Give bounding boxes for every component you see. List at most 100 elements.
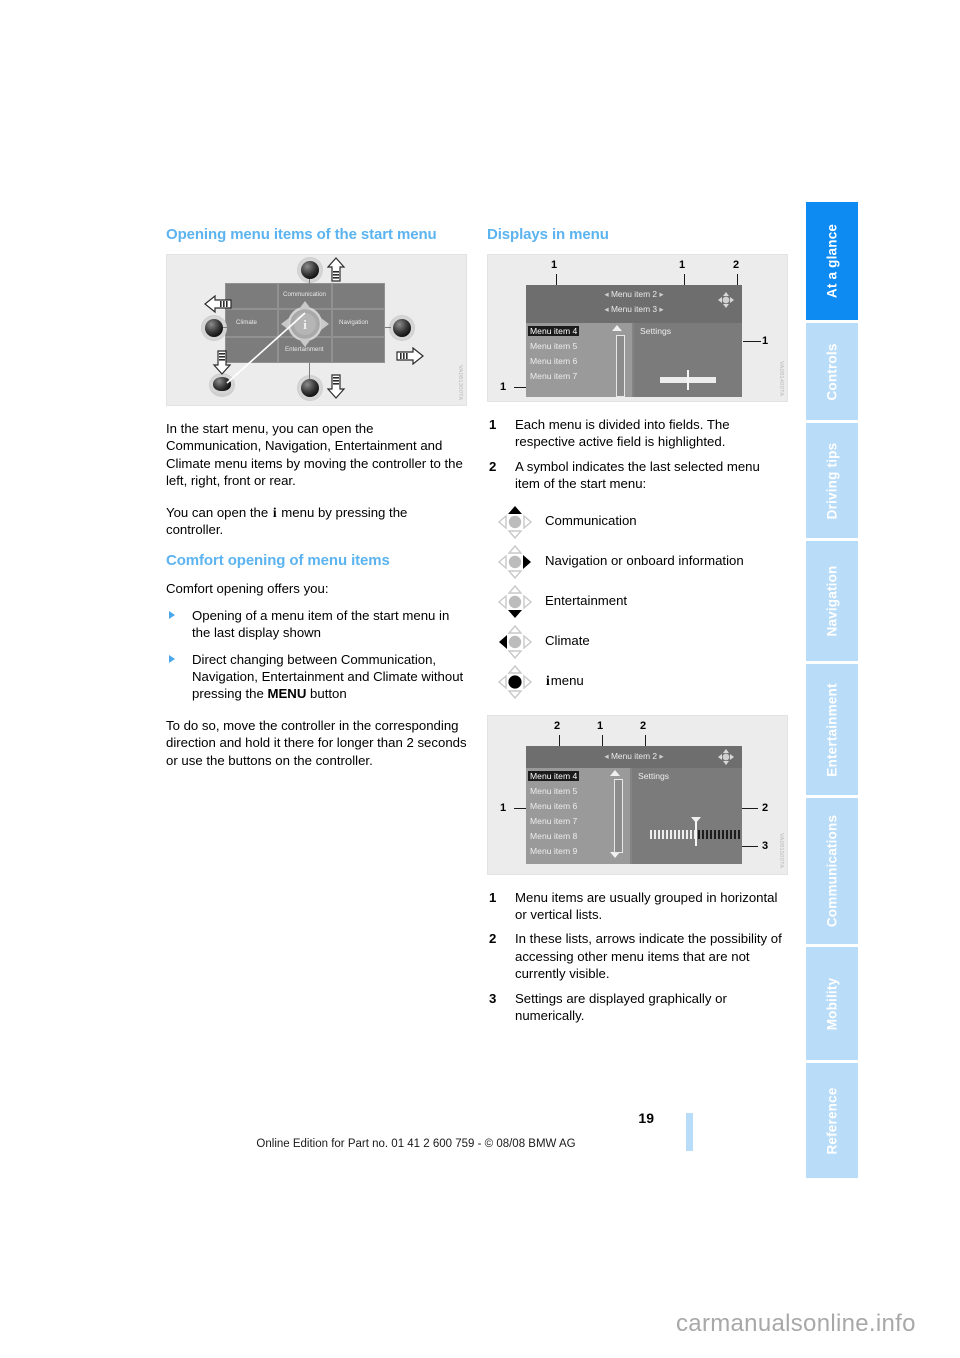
arrow-up-icon (326, 257, 346, 282)
sidebar-tab-label: Navigation (824, 565, 840, 637)
settings-slider-knob[interactable] (687, 370, 689, 390)
scroll-up-arrow-icon (612, 325, 622, 331)
settings-gauge-right (698, 829, 740, 839)
callout-number: 1 (551, 259, 558, 271)
right-column: Displays in menu 1 1 2 1 1 ◂ Menu item 2… (487, 226, 788, 1031)
callout-number: 1 (597, 719, 604, 732)
list-item: 2 In these lists, arrows indicate the po… (487, 930, 788, 982)
figure-display-lists: 2 1 2 1 2 3 ◂ Menu item 2 ▸ Menu item 4 … (487, 714, 788, 875)
paragraph-i-menu-pre: You can open the (166, 504, 269, 520)
callout-number: 3 (762, 839, 769, 852)
scroll-up-arrow-icon[interactable] (610, 769, 620, 776)
site-watermark: carmanualsonline.info (676, 1310, 916, 1337)
display-list-item: Menu item 5 (530, 341, 578, 351)
symbol-key-label: Communication (545, 512, 637, 528)
heading-comfort-opening: Comfort opening of menu items (166, 552, 390, 570)
legend-list-display-lists: 1 Menu items are usually grouped in hori… (487, 889, 788, 1025)
callout-number: 2 (762, 801, 769, 814)
symbol-key-row-climate: Climate (487, 621, 788, 661)
legend-list-display-fields: 1 Each menu is divided into fields. The … (487, 416, 788, 493)
controller-up-icon (497, 505, 533, 539)
symbol-key-row-entertainment: Entertainment (487, 581, 788, 621)
controller-left-icon (499, 624, 533, 659)
display-settings-label: Settings (638, 770, 670, 781)
section-tab-strip: At a glance Controls Driving tips Naviga… (806, 202, 858, 1178)
display-list-item: Menu item 6 (530, 356, 578, 366)
display-row-menu-item-3: ◂ Menu item 3 ▸ (604, 304, 664, 314)
list-item: Opening of a menu item of the start menu… (166, 607, 467, 642)
manual-page: At a glance Controls Driving tips Naviga… (0, 0, 960, 1358)
symbol-key-label: menu (550, 672, 584, 688)
settings-gauge-marker[interactable] (695, 821, 697, 846)
display-settings-label: Settings (640, 326, 672, 336)
sidebar-tab-at-a-glance[interactable]: At a glance (806, 202, 858, 320)
symbol-key-row-communication: Communication (487, 501, 788, 541)
controller-knob-top-icon (301, 261, 319, 279)
legend-text: Settings are displayed graphically or nu… (515, 990, 727, 1024)
display-row-menu-item-2: ◂ Menu item 2 ▸ (604, 289, 664, 299)
last-selected-symbol-icon (718, 748, 734, 765)
legend-number: 3 (489, 990, 497, 1006)
legend-text: Menu items are usually grouped in horizo… (515, 889, 778, 923)
menu-button-label: MENU (267, 686, 307, 702)
sidebar-tab-label: Controls (824, 342, 840, 401)
sidebar-tab-label: Entertainment (824, 682, 840, 777)
paragraph-start-menu-open: In the start menu, you can open the Comm… (166, 421, 463, 489)
i-symbol-icon: i (272, 504, 277, 520)
controller-press-icon (497, 664, 533, 699)
controller-right-icon (497, 544, 531, 579)
list-item-text-post: button (306, 686, 347, 702)
figure-code: VA081300TA (457, 364, 463, 400)
controller-knob-right-icon (393, 319, 411, 337)
list-item: 2 A symbol indicates the last selected m… (487, 458, 788, 493)
figure-display-fields: 1 1 2 1 1 ◂ Menu item 2 ▸ ◂ Menu item 3 … (487, 254, 788, 402)
symbol-key-row-i-menu: imenu (487, 661, 788, 701)
display-list-item-highlighted: Menu item 4 (528, 770, 580, 781)
paragraph-comfort-intro: Comfort opening offers you: (166, 581, 329, 597)
sidebar-tab-navigation[interactable]: Navigation (806, 541, 858, 661)
display-list-item-highlighted: Menu item 4 (528, 326, 580, 336)
heading-opening-menu-items: Opening menu items of the start menu (166, 226, 437, 243)
display-list-item: Menu item 7 (530, 815, 578, 826)
callout-number: 2 (554, 719, 561, 732)
legend-number: 1 (489, 889, 497, 905)
legend-text: Each menu is divided into fields. The re… (515, 417, 730, 450)
sidebar-tab-driving-tips[interactable]: Driving tips (806, 423, 858, 538)
symbol-key-label-i-menu: imenu (545, 673, 584, 689)
display-settings-pane (632, 767, 742, 864)
legend-text: In these lists, arrows indicate the poss… (515, 931, 782, 982)
page-number: 19 (638, 1110, 654, 1126)
legend-text: A symbol indicates the last selected men… (515, 458, 760, 492)
bullet-triangle-icon (169, 654, 175, 663)
sidebar-tab-label: Communications (824, 814, 840, 928)
callout-number: 1 (762, 335, 769, 347)
list-item-text: Opening of a menu item of the start menu… (192, 607, 450, 641)
list-item: 1 Each menu is divided into fields. The … (487, 416, 788, 451)
sidebar-tab-communications[interactable]: Communications (806, 798, 858, 944)
paragraph-comfort-howto: To do so, move the controller in the cor… (166, 717, 467, 768)
controller-down-icon (497, 584, 533, 618)
display-scrollbar[interactable] (614, 778, 623, 853)
display-scrollbar[interactable] (616, 335, 625, 397)
display-list-item: Menu item 5 (530, 785, 578, 796)
symbol-key-list: Communication Navigation or onboard info… (487, 501, 788, 701)
symbol-key-row-navigation: Navigation or onboard information (487, 541, 788, 581)
figure-start-menu-controller: Communication Climate Navigation Enterta… (166, 254, 467, 406)
legend-number: 2 (489, 931, 497, 947)
last-selected-symbol-icon (718, 292, 734, 308)
sidebar-tab-controls[interactable]: Controls (806, 323, 858, 420)
footer-accent-bar (686, 1113, 693, 1151)
callout-number: 1 (679, 259, 686, 271)
display-list-item: Menu item 6 (530, 800, 578, 811)
sidebar-tab-mobility[interactable]: Mobility (806, 947, 858, 1060)
sidebar-tab-label: At a glance (824, 223, 840, 299)
sidebar-tab-label: Mobility (824, 977, 840, 1030)
sidebar-tab-reference[interactable]: Reference (806, 1063, 858, 1178)
comfort-opening-bullet-list: Opening of a menu item of the start menu… (166, 607, 467, 703)
callout-number: 2 (640, 719, 647, 732)
left-column: Opening menu items of the start menu Com… (166, 226, 467, 783)
sidebar-tab-entertainment[interactable]: Entertainment (806, 664, 858, 795)
pointer-line (226, 312, 306, 384)
list-item: 1 Menu items are usually grouped in hori… (487, 889, 788, 924)
callout-number: 1 (500, 381, 507, 393)
